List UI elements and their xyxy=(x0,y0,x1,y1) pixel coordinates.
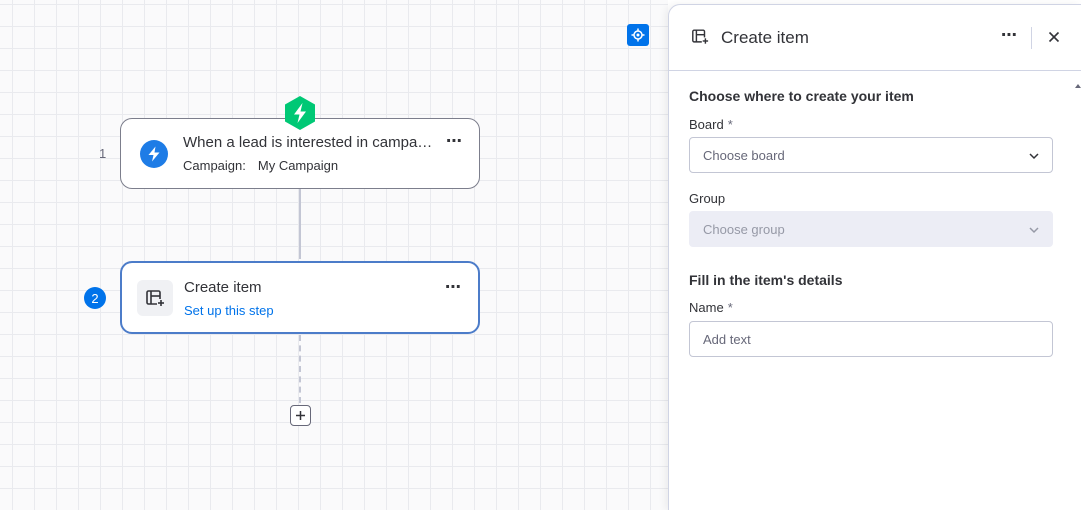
name-label-text: Name xyxy=(689,300,724,315)
step-settings-panel: Create item ⋯ Choose where to create you… xyxy=(668,4,1081,510)
section-location-title: Choose where to create your item xyxy=(689,88,914,104)
section-details-title: Fill in the item's details xyxy=(689,272,843,288)
chevron-down-icon xyxy=(1029,227,1039,234)
board-label-text: Board xyxy=(689,117,724,132)
trigger-campaign: Campaign: My Campaign xyxy=(183,158,338,173)
board-placeholder: Choose board xyxy=(703,147,785,163)
step-number: 1 xyxy=(99,146,107,161)
required-mark: * xyxy=(727,117,733,132)
step-number-active: 2 xyxy=(84,287,106,309)
board-select[interactable]: Choose board xyxy=(689,137,1053,173)
create-item-icon xyxy=(691,28,709,50)
more-options-icon[interactable]: ⋯ xyxy=(446,131,463,151)
action-step-card[interactable]: Create item Set up this step ⋯ xyxy=(120,261,480,334)
workflow-canvas[interactable]: 1 2 When a lead is interested in campaig… xyxy=(0,0,668,510)
group-label: Group xyxy=(689,191,726,206)
name-label: Name * xyxy=(689,300,733,315)
recenter-button[interactable] xyxy=(627,24,649,46)
header-divider xyxy=(1031,27,1032,49)
action-title: Create item xyxy=(184,279,262,296)
lightning-bolt-icon xyxy=(140,140,168,168)
plus-icon xyxy=(296,411,305,420)
trigger-badge-icon xyxy=(285,96,315,130)
campaign-label: Campaign: xyxy=(183,158,246,173)
pending-connector xyxy=(299,335,301,403)
panel-header: Create item ⋯ xyxy=(669,5,1081,71)
create-item-icon xyxy=(137,280,173,316)
add-step-button[interactable] xyxy=(290,405,311,426)
board-label: Board * xyxy=(689,117,733,132)
campaign-value: My Campaign xyxy=(257,158,339,173)
target-icon xyxy=(631,28,645,42)
name-input[interactable]: Add text xyxy=(689,321,1053,357)
name-placeholder: Add text xyxy=(703,331,751,347)
required-mark: * xyxy=(727,300,733,315)
trigger-title: When a lead is interested in campaign xyxy=(183,134,435,151)
group-select[interactable]: Choose group xyxy=(689,211,1053,247)
step-connector xyxy=(299,189,301,259)
setup-step-link[interactable]: Set up this step xyxy=(184,303,274,318)
panel-more-options-icon[interactable]: ⋯ xyxy=(1001,25,1018,45)
chevron-down-icon xyxy=(1029,153,1039,160)
close-icon[interactable] xyxy=(1046,29,1062,45)
more-options-icon[interactable]: ⋯ xyxy=(445,277,462,297)
panel-title: Create item xyxy=(721,28,809,47)
scroll-up-icon[interactable] xyxy=(1075,84,1081,88)
group-placeholder: Choose group xyxy=(703,221,785,237)
